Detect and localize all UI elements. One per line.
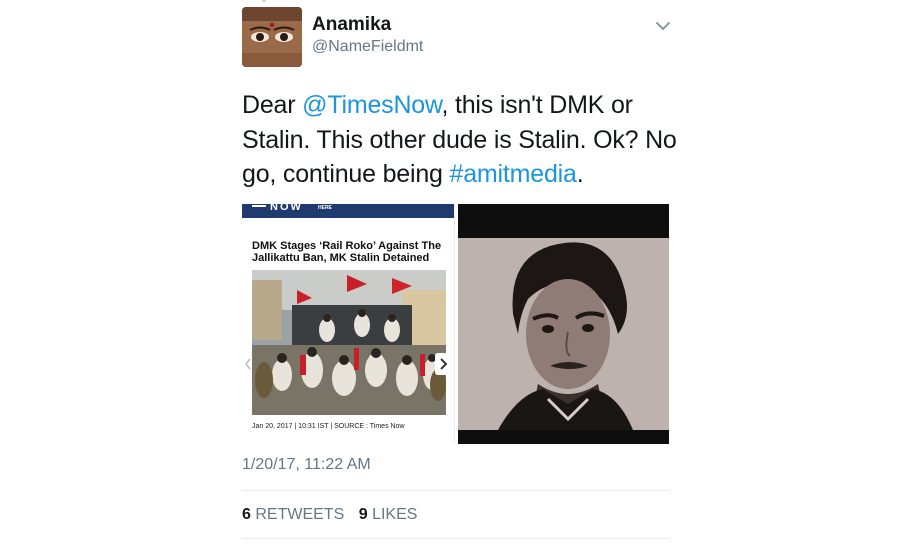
mention-link[interactable]: @TimesNow — [302, 91, 442, 119]
tweet-text-part: Dear — [242, 91, 303, 119]
thread-dot — [262, 0, 266, 2]
avatar[interactable] — [242, 7, 302, 67]
hashtag-link[interactable]: #amitmedia — [449, 160, 576, 188]
chevron-down-icon[interactable] — [655, 20, 671, 32]
divider — [242, 538, 669, 539]
tweet-timestamp[interactable]: 1/20/17, 11:22 AM — [242, 456, 371, 474]
protest-photo — [252, 270, 446, 415]
brand-logo: NOW — [270, 204, 303, 213]
tweet-stats: 6 RETWEETS 9 LIKES — [242, 506, 427, 524]
retweets-label: RETWEETS — [255, 506, 345, 523]
media-image-news[interactable]: NOW HERE DMK Stages ‘Rail Roko’ Against … — [242, 204, 455, 444]
media-image-portrait[interactable] — [458, 204, 669, 444]
likes-count: 9 — [358, 506, 368, 523]
times-now-header: NOW HERE — [242, 204, 454, 218]
likes-label: LIKES — [372, 506, 418, 523]
retweets-stat[interactable]: 6 RETWEETS — [242, 506, 344, 523]
share-buttons — [252, 440, 367, 444]
divider — [242, 490, 669, 491]
news-meta: Jan 20, 2017 | 10:31 IST | SOURCE : Time… — [252, 423, 405, 430]
chevron-right-icon[interactable] — [435, 353, 451, 375]
tweet-text: Dear @TimesNow, this isn't DMK or Stalin… — [242, 88, 682, 192]
author-name[interactable]: Anamika — [312, 14, 391, 36]
author-handle[interactable]: @NameFieldmt — [312, 38, 423, 56]
media-grid: NOW HERE DMK Stages ‘Rail Roko’ Against … — [242, 204, 669, 444]
news-headline: DMK Stages ‘Rail Roko’ Against The Jalli… — [252, 240, 442, 264]
brand-sub: HERE — [318, 205, 332, 211]
retweets-count: 6 — [242, 506, 251, 523]
tweet-text-part: . — [576, 160, 584, 188]
chevron-left-icon[interactable] — [244, 353, 252, 375]
menu-icon — [252, 205, 266, 207]
likes-stat[interactable]: 9 LIKES — [359, 506, 418, 523]
